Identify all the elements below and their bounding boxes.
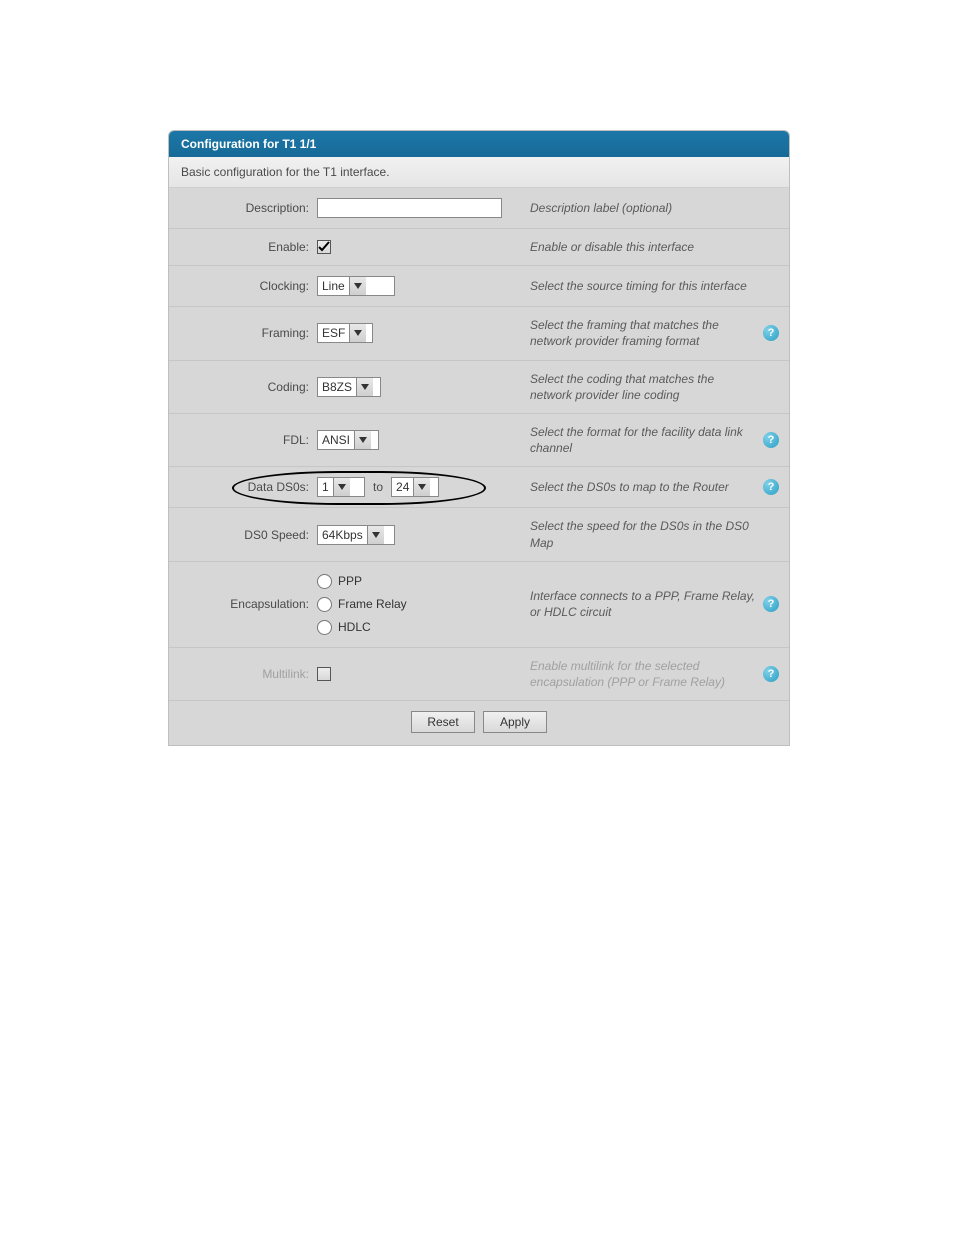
row-multilink: Multilink: Enable multilink for the sele… — [169, 648, 789, 701]
data-ds0s-hint: Select the DS0s to map to the Router — [522, 479, 779, 495]
row-fdl: FDL: ANSI Select the format for the faci… — [169, 414, 789, 467]
coding-label: Coding: — [179, 380, 317, 394]
coding-hint: Select the coding that matches the netwo… — [522, 371, 779, 403]
chevron-down-icon — [367, 526, 384, 544]
row-data-ds0s: Data DS0s: 1 to 24 Select the DS0s to ma… — [169, 467, 789, 508]
framing-select[interactable]: ESF — [317, 323, 373, 343]
framing-value: ESF — [318, 326, 349, 340]
encapsulation-option-hdlc: HDLC — [338, 620, 371, 634]
description-label: Description: — [179, 201, 317, 215]
multilink-help[interactable]: ? — [763, 666, 779, 682]
help-icon: ? — [763, 666, 779, 682]
config-form: Description: Description label (optional… — [169, 188, 789, 745]
clocking-label: Clocking: — [179, 279, 317, 293]
chevron-down-icon — [356, 378, 373, 396]
panel-title: Configuration for T1 1/1 — [169, 131, 789, 157]
button-bar: Reset Apply — [169, 701, 789, 745]
data-ds0s-from-value: 1 — [318, 480, 333, 494]
framing-hint: Select the framing that matches the netw… — [522, 317, 779, 349]
ds0-speed-select[interactable]: 64Kbps — [317, 525, 395, 545]
fdl-hint: Select the format for the facility data … — [522, 424, 779, 456]
fdl-help[interactable]: ? — [763, 432, 779, 448]
enable-label: Enable: — [179, 240, 317, 254]
data-ds0s-from-select[interactable]: 1 — [317, 477, 365, 497]
encapsulation-radio-hdlc[interactable] — [317, 620, 332, 635]
clocking-hint: Select the source timing for this interf… — [522, 278, 779, 294]
row-clocking: Clocking: Line Select the source timing … — [169, 266, 789, 307]
enable-hint: Enable or disable this interface — [522, 239, 779, 255]
row-ds0-speed: DS0 Speed: 64Kbps Select the speed for t… — [169, 508, 789, 561]
ds0-speed-hint: Select the speed for the DS0s in the DS0… — [522, 518, 779, 550]
chevron-down-icon — [333, 478, 350, 496]
encapsulation-option-frame-relay: Frame Relay — [338, 597, 407, 611]
encapsulation-hint: Interface connects to a PPP, Frame Relay… — [522, 588, 779, 620]
reset-button[interactable]: Reset — [411, 711, 475, 733]
row-framing: Framing: ESF Select the framing that mat… — [169, 307, 789, 360]
help-icon: ? — [763, 325, 779, 341]
panel-subtitle: Basic configuration for the T1 interface… — [169, 157, 789, 188]
encapsulation-radio-frame-relay[interactable] — [317, 597, 332, 612]
description-input[interactable] — [317, 198, 502, 218]
apply-button[interactable]: Apply — [483, 711, 547, 733]
row-enable: Enable: Enable or disable this interface — [169, 229, 789, 266]
clocking-value: Line — [318, 279, 349, 293]
framing-help[interactable]: ? — [763, 325, 779, 341]
encapsulation-label: Encapsulation: — [179, 597, 317, 611]
chevron-down-icon — [349, 324, 366, 342]
data-ds0s-help[interactable]: ? — [763, 479, 779, 495]
data-ds0s-sep: to — [369, 480, 387, 494]
ds0-speed-label: DS0 Speed: — [179, 528, 317, 542]
help-icon: ? — [763, 479, 779, 495]
coding-value: B8ZS — [318, 380, 356, 394]
data-ds0s-label: Data DS0s: — [179, 480, 317, 494]
fdl-label: FDL: — [179, 433, 317, 447]
enable-checkbox[interactable] — [317, 240, 331, 254]
multilink-checkbox[interactable] — [317, 667, 331, 681]
ds0-speed-value: 64Kbps — [318, 528, 367, 542]
encapsulation-option-ppp: PPP — [338, 574, 362, 588]
encapsulation-help[interactable]: ? — [763, 596, 779, 612]
multilink-label: Multilink: — [179, 667, 317, 681]
chevron-down-icon — [354, 431, 371, 449]
coding-select[interactable]: B8ZS — [317, 377, 381, 397]
framing-label: Framing: — [179, 326, 317, 340]
row-coding: Coding: B8ZS Select the coding that matc… — [169, 361, 789, 414]
row-encapsulation: Encapsulation: PPP Frame Relay HDLC Inte… — [169, 562, 789, 648]
help-icon: ? — [763, 596, 779, 612]
row-description: Description: Description label (optional… — [169, 188, 789, 229]
chevron-down-icon — [349, 277, 366, 295]
description-hint: Description label (optional) — [522, 200, 779, 216]
encapsulation-radio-ppp[interactable] — [317, 574, 332, 589]
help-icon: ? — [763, 432, 779, 448]
fdl-value: ANSI — [318, 433, 354, 447]
chevron-down-icon — [413, 478, 430, 496]
fdl-select[interactable]: ANSI — [317, 430, 379, 450]
config-panel: Configuration for T1 1/1 Basic configura… — [168, 130, 790, 746]
data-ds0s-to-value: 24 — [392, 480, 413, 494]
clocking-select[interactable]: Line — [317, 276, 395, 296]
data-ds0s-to-select[interactable]: 24 — [391, 477, 439, 497]
multilink-hint: Enable multilink for the selected encaps… — [522, 658, 779, 690]
